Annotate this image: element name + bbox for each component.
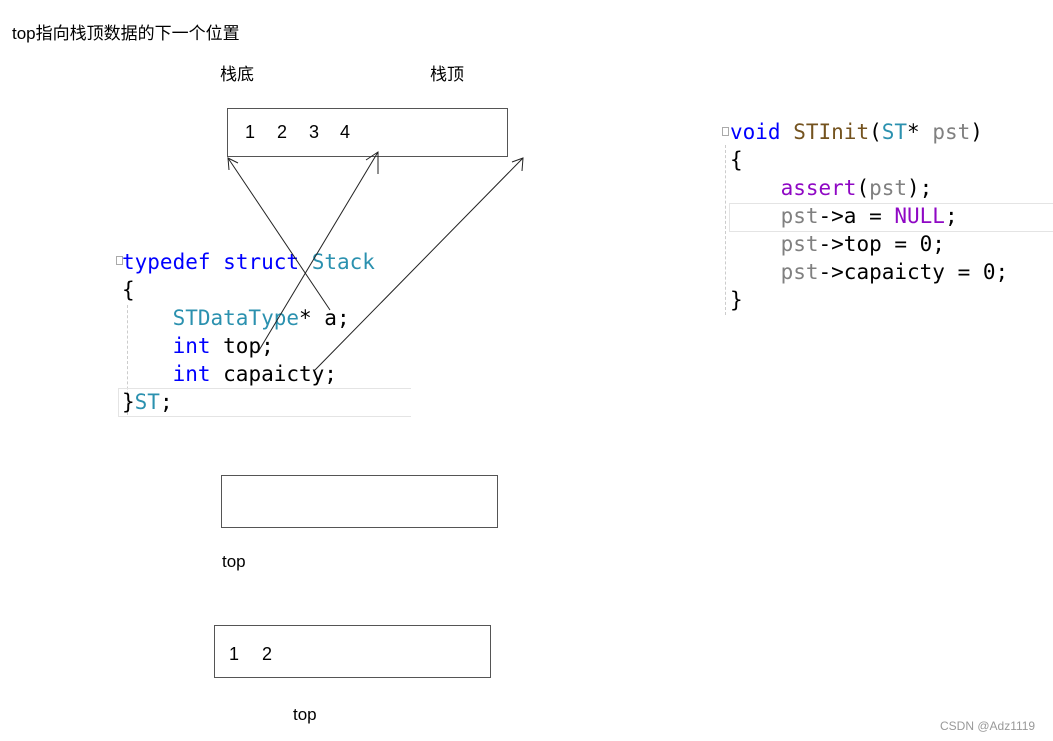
arrow-top-to-next [257, 151, 379, 353]
watermark: CSDN @Adz1119 [940, 719, 1036, 733]
arrow-a-to-bottom [227, 157, 331, 311]
pointer-arrows [227, 151, 524, 371]
arrow-capacity-to-end [314, 157, 524, 371]
